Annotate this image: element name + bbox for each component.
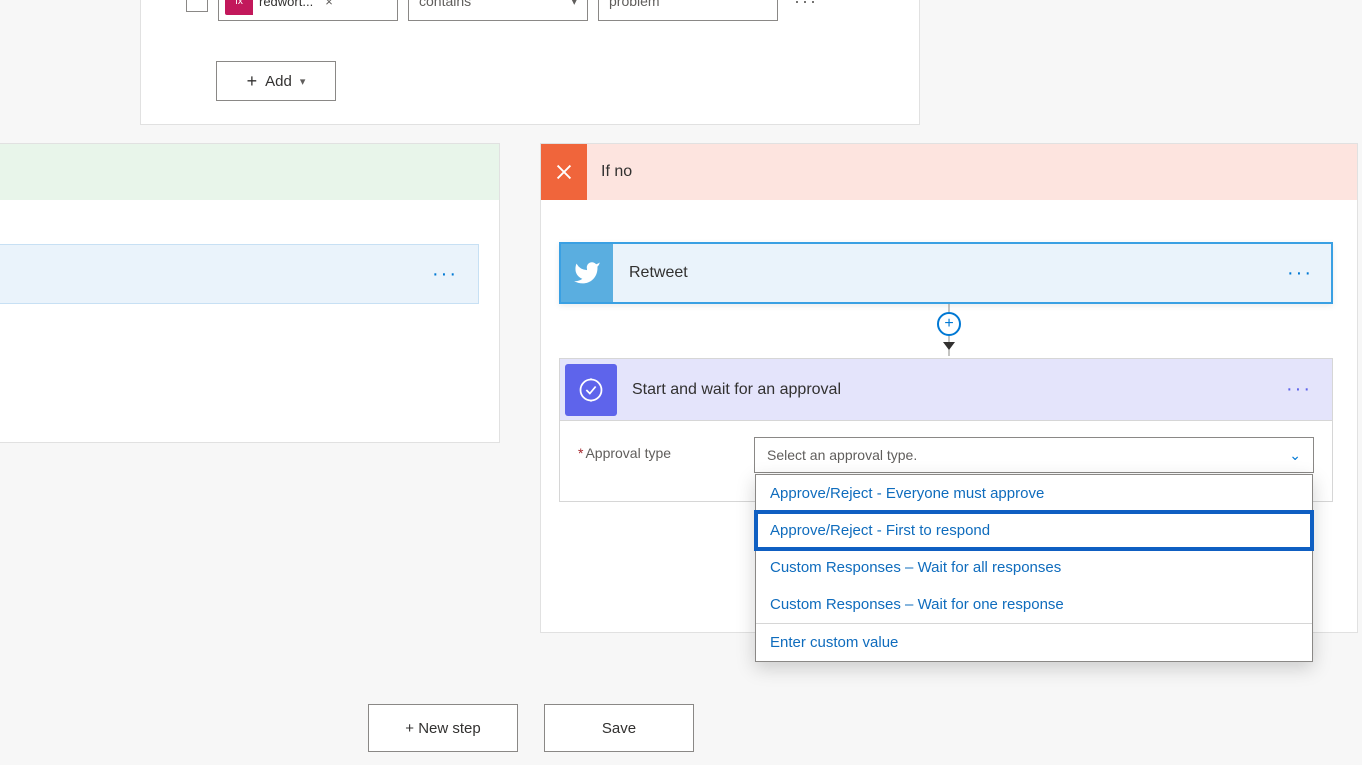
chevron-down-icon: ⌄ [1289,447,1301,464]
retweet-label: Retweet [613,264,1287,282]
close-icon[interactable] [541,144,587,200]
twitter-icon [561,244,613,302]
condition-value-input[interactable]: problem [598,0,778,21]
if-no-header[interactable]: If no [541,144,1357,200]
approval-type-dropdown: Approve/Reject - Everyone must approve A… [755,474,1313,662]
add-label: Add [265,73,292,90]
if-no-branch: If no Retweet ··· + Start and wait for a… [540,143,1358,633]
select-placeholder: Select an approval type. [767,447,917,463]
chevron-down-icon: ▾ [300,75,306,88]
retweet-action-card[interactable]: Retweet ··· [559,242,1333,304]
approval-type-select[interactable]: Select an approval type. ⌄ Approve/Rejec… [754,437,1314,473]
insert-step-button[interactable]: + [937,312,961,336]
operator-value: contains [419,0,471,9]
option-wait-one-response[interactable]: Custom Responses – Wait for one response [756,586,1312,623]
token-remove-icon[interactable]: × [319,0,339,9]
condition-row: fx redwort... × contains ▾ problem ··· [186,0,824,21]
footer-buttons: + New step Save [368,704,694,752]
option-first-to-respond[interactable]: Approve/Reject - First to respond [756,512,1312,549]
approval-action-card: Start and wait for an approval ··· *Appr… [559,358,1333,502]
option-wait-all-responses[interactable]: Custom Responses – Wait for all response… [756,549,1312,586]
dynamic-token[interactable]: fx redwort... × [225,0,339,15]
more-options-icon[interactable]: ··· [432,263,458,286]
required-indicator: * [578,445,583,461]
if-yes-header[interactable] [0,144,499,200]
add-condition-button[interactable]: + Add ▾ [216,61,336,101]
yes-action-card[interactable]: ··· [0,244,479,304]
option-enter-custom-value[interactable]: Enter custom value [756,624,1312,661]
condition-card: fx redwort... × contains ▾ problem ··· +… [140,0,920,125]
approval-title: Start and wait for an approval [622,381,1286,399]
plus-icon: + [247,71,258,92]
approval-icon [565,364,617,416]
condition-left-field[interactable]: fx redwort... × [218,0,398,21]
condition-operator-select[interactable]: contains ▾ [408,0,588,21]
approval-body: *Approval type Select an approval type. … [560,421,1332,501]
row-more-icon[interactable]: ··· [788,0,824,12]
token-label: redwort... [253,0,319,9]
flow-token-icon: fx [225,0,253,15]
approval-header[interactable]: Start and wait for an approval ··· [560,359,1332,421]
arrow-down-icon [943,342,955,350]
approval-type-label: *Approval type [578,437,738,461]
if-no-title: If no [601,163,632,181]
save-button[interactable]: Save [544,704,694,752]
chevron-down-icon: ▾ [571,0,577,8]
value-text: problem [609,0,660,9]
option-everyone-must-approve[interactable]: Approve/Reject - Everyone must approve [756,475,1312,512]
more-options-icon[interactable]: ··· [1286,378,1332,401]
if-yes-branch: ··· Add an action [0,143,500,443]
drag-handle-icon[interactable] [186,0,208,12]
new-step-button[interactable]: + New step [368,704,518,752]
more-options-icon[interactable]: ··· [1287,262,1331,285]
